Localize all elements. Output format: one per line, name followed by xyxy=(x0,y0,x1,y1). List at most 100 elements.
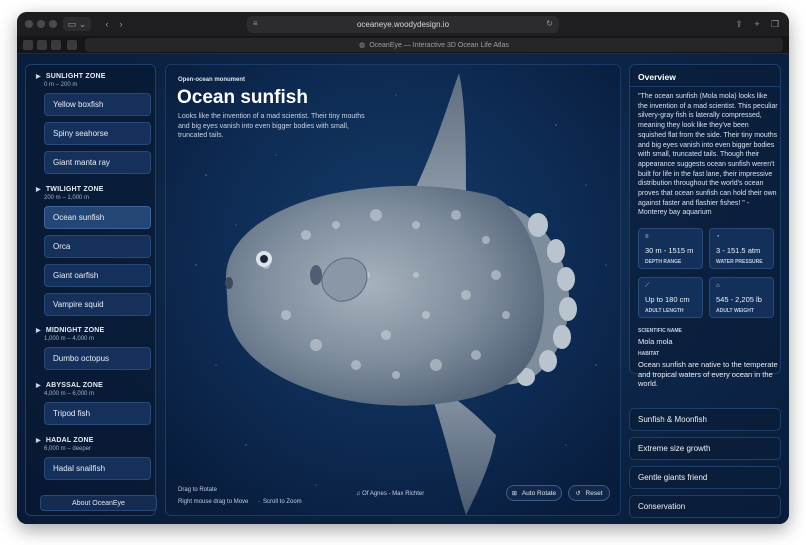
bookmark-icon[interactable] xyxy=(37,40,47,50)
bookmark-icon[interactable] xyxy=(67,40,77,50)
zone-header-abyssal[interactable]: ▶ ABYSSAL ZONE xyxy=(36,382,103,389)
divider xyxy=(630,86,780,87)
reset-icon: ↺ xyxy=(575,490,581,497)
sidebar-item-ocean-sunfish[interactable]: Ocean sunfish xyxy=(44,206,151,229)
zone-name: TWILIGHT ZONE xyxy=(45,186,104,193)
bookmark-icon[interactable] xyxy=(23,40,33,50)
accordion-conservation[interactable]: Conservation xyxy=(629,495,781,518)
accordion-gentle-giants-friend[interactable]: Gentle giants friend xyxy=(629,466,781,489)
scientific-name: Mola mola xyxy=(638,337,673,346)
stat-adult-weight: ⌂ 545 - 2,205 lb ADULT WEIGHT xyxy=(709,277,774,318)
overview-quote: "The ocean sunfish (Mola mola) looks lik… xyxy=(638,93,778,217)
reload-icon[interactable]: ↻ xyxy=(546,19,553,28)
zoom-window-button[interactable] xyxy=(49,20,57,28)
length-icon: ⟋ xyxy=(645,283,650,289)
sidebar-item-giant-oarfish[interactable]: Giant oarfish xyxy=(44,264,151,287)
sidebar-toggle-button[interactable]: ▭ ⌄ xyxy=(63,17,91,31)
auto-rotate-button[interactable]: ⊞ Auto Rotate xyxy=(506,485,562,501)
overview-panel: Overview "The ocean sunfish (Mola mola) … xyxy=(629,64,781,388)
sidebar-item-orca[interactable]: Orca xyxy=(44,235,151,258)
habitat-label: HABITAT xyxy=(638,351,660,357)
habitat-text: Ocean sunfish are native to the temperat… xyxy=(638,360,778,389)
stat-adult-length: ⟋ Up to 180 cm ADULT LENGTH xyxy=(638,277,703,318)
sidebar-item-hadal-snailfish[interactable]: Hadal snailfish xyxy=(44,457,151,480)
zone-header-midnight[interactable]: ▶ MIDNIGHT ZONE xyxy=(36,327,104,334)
zone-range: 0 m – 200 m xyxy=(44,82,78,88)
species-eyebrow: Open-ocean monument xyxy=(178,77,246,83)
overview-title: Overview xyxy=(638,72,676,82)
accordion-extreme-size-growth[interactable]: Extreme size growth xyxy=(629,437,781,460)
help-zoom-bullet: · xyxy=(258,499,260,505)
new-tab-icon[interactable]: + xyxy=(751,17,763,31)
reset-label: Reset xyxy=(585,489,603,497)
sidebar-item-giant-manta-ray[interactable]: Giant manta ray xyxy=(44,151,151,174)
sidebar-item-vampire-squid[interactable]: Vampire squid xyxy=(44,293,151,316)
zone-name: HADAL ZONE xyxy=(45,437,94,444)
zone-header-sunlight[interactable]: ▶ SUNLIGHT ZONE xyxy=(36,73,106,80)
zone-range: 6,000 m – deeper xyxy=(44,446,92,452)
address-bar[interactable]: ≡ oceaneye.woodydesign.io ↻ xyxy=(247,16,559,33)
zone-range: 4,000 m – 6,000 m xyxy=(44,391,95,397)
stat-label: WATER PRESSURE xyxy=(716,259,763,265)
stat-label: DEPTH RANGE xyxy=(645,259,682,265)
weight-icon: ⌂ xyxy=(716,283,720,289)
url-text: oceaneye.woodydesign.io xyxy=(356,20,450,29)
browser-titlebar: ▭ ⌄ ‹ › ≡ oceaneye.woodydesign.io ↻ ⇪ + … xyxy=(17,12,789,36)
music-credit[interactable]: ♫ Of Agnes - Max Richter xyxy=(356,491,424,497)
mouth xyxy=(225,277,233,289)
sidebar-item-tripod-fish[interactable]: Tripod fish xyxy=(44,402,151,425)
tab-title: OceanEye — Interactive 3D Ocean Life Atl… xyxy=(369,41,509,49)
site-favicon-icon: ◍ xyxy=(359,42,366,49)
gill-opening xyxy=(310,265,322,285)
rotate-icon: ⊞ xyxy=(511,490,517,497)
stat-depth-range: ≡ 30 m - 1515 m DEPTH RANGE xyxy=(638,228,703,269)
stat-water-pressure: ◔ 3 - 151.5 atm WATER PRESSURE xyxy=(709,228,774,269)
stat-value: 545 - 2,205 lb xyxy=(716,295,762,304)
stat-value: 30 m - 1515 m xyxy=(645,246,694,255)
help-move: Right mouse drag to Move xyxy=(178,499,249,505)
help-rotate: Drag to Rotate xyxy=(178,487,218,493)
tab-overview-icon[interactable]: ❐ xyxy=(769,17,781,31)
forward-button[interactable]: › xyxy=(115,17,127,31)
scientific-name-label: SCIENTIFIC NAME xyxy=(638,328,682,334)
app-area: ▶ SUNLIGHT ZONE 0 m – 200 m Yellow boxfis… xyxy=(17,54,789,524)
stat-value: Up to 180 cm xyxy=(645,295,690,304)
browser-window: ▭ ⌄ ‹ › ≡ oceaneye.woodydesign.io ↻ ⇪ + … xyxy=(17,12,789,524)
model-viewer[interactable]: Open-ocean monument Ocean sunfish Looks … xyxy=(165,64,621,516)
help-zoom: Scroll to Zoom xyxy=(263,499,302,505)
share-icon[interactable]: ⇪ xyxy=(733,17,745,31)
pressure-icon: ◔ xyxy=(716,234,720,240)
sunfish-body xyxy=(226,185,545,406)
zone-header-hadal[interactable]: ▶ HADAL ZONE xyxy=(36,437,94,444)
sidebar-item-spiny-seahorse[interactable]: Spiny seahorse xyxy=(44,122,151,145)
auto-rotate-label: Auto Rotate xyxy=(521,489,557,497)
back-button[interactable]: ‹ xyxy=(101,17,113,31)
stat-label: ADULT LENGTH xyxy=(645,308,684,314)
collapse-triangle-icon: ▶ xyxy=(36,74,41,80)
species-intro: Looks like the invention of a mad scient… xyxy=(178,113,365,139)
zone-sidebar: ▶ SUNLIGHT ZONE 0 m – 200 m Yellow boxfis… xyxy=(25,64,157,516)
zone-name: ABYSSAL ZONE xyxy=(45,382,103,389)
about-button[interactable]: About OceanEye xyxy=(40,495,157,511)
close-window-button[interactable] xyxy=(25,20,33,28)
music-title: Of Agnes - Max Richter xyxy=(362,491,425,497)
zone-name: MIDNIGHT ZONE xyxy=(45,327,105,334)
reset-button[interactable]: ↺ Reset xyxy=(568,485,610,501)
stat-value: 3 - 151.5 atm xyxy=(716,246,761,255)
zone-name: SUNLIGHT ZONE xyxy=(45,73,106,80)
site-settings-icon: ≡ xyxy=(253,19,258,28)
zone-header-twilight[interactable]: ▶ TWILIGHT ZONE xyxy=(36,186,104,193)
collapse-triangle-icon: ▶ xyxy=(36,187,41,193)
accordion-sunfish-moonfish[interactable]: Sunfish & Moonfish xyxy=(629,408,781,431)
zone-range: 200 m – 1,000 m xyxy=(44,195,90,201)
collapse-triangle-icon: ▶ xyxy=(36,383,41,389)
zone-range: 1,000 m – 4,000 m xyxy=(44,336,95,342)
active-tab[interactable]: ◍ OceanEye — Interactive 3D Ocean Life A… xyxy=(85,38,783,52)
pupil xyxy=(260,255,268,263)
stat-label: ADULT WEIGHT xyxy=(716,308,754,314)
depth-icon: ≡ xyxy=(645,234,649,240)
bookmark-icon[interactable] xyxy=(51,40,61,50)
sidebar-item-dumbo-octopus[interactable]: Dumbo octopus xyxy=(44,347,151,370)
sidebar-item-yellow-boxfish[interactable]: Yellow boxfish xyxy=(44,93,151,116)
minimize-window-button[interactable] xyxy=(37,20,45,28)
